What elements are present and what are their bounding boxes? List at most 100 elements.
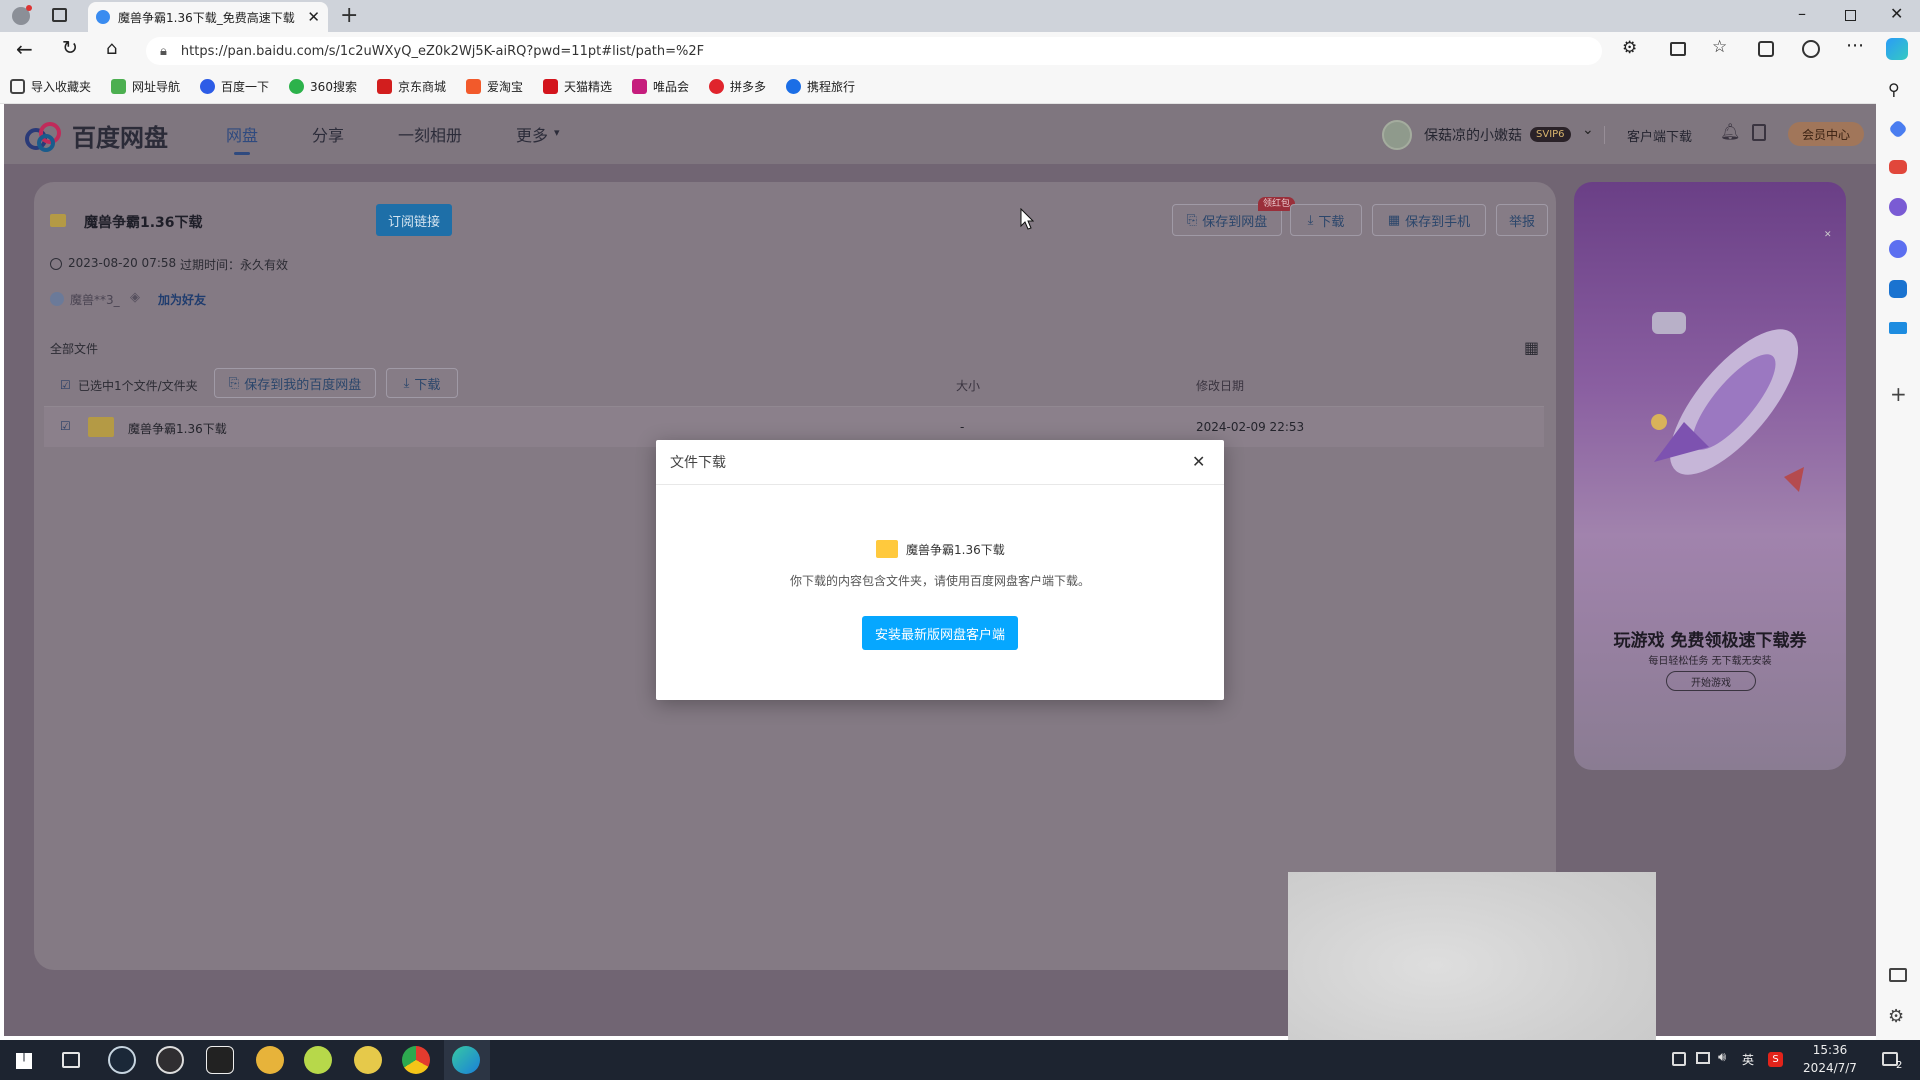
edge-icon[interactable] bbox=[452, 1046, 480, 1074]
sidebar-search-icon[interactable]: ⚲ bbox=[1888, 80, 1900, 99]
kk-icon[interactable] bbox=[206, 1046, 234, 1074]
more-menu-icon[interactable]: ⋯ bbox=[1846, 35, 1864, 56]
grid-view-icon[interactable]: ▦ bbox=[1524, 338, 1539, 357]
sidebar-tag-icon[interactable] bbox=[1888, 119, 1908, 139]
select-all-checkbox[interactable]: ☑ bbox=[60, 378, 71, 392]
ime-indicator[interactable]: 英 bbox=[1742, 1051, 1754, 1068]
restore-icon[interactable] bbox=[1845, 10, 1856, 21]
copilot-icon[interactable] bbox=[1886, 38, 1908, 60]
save-icon: ⎘ bbox=[228, 375, 240, 391]
download-button[interactable]: ⤓ 下载 bbox=[1290, 204, 1362, 236]
nav-more[interactable]: 更多 ▾ bbox=[516, 122, 560, 146]
new-tab-icon[interactable]: + bbox=[340, 3, 358, 28]
chrome-icon[interactable] bbox=[402, 1046, 430, 1074]
install-client-button[interactable]: 安装最新版网盘客户端 bbox=[862, 616, 1018, 650]
sidebar-outlook-icon[interactable] bbox=[1889, 280, 1907, 298]
task-view-icon[interactable] bbox=[62, 1052, 80, 1068]
column-date[interactable]: 修改日期 bbox=[1196, 377, 1244, 394]
clock-time[interactable]: 15:36 bbox=[1800, 1043, 1860, 1057]
obs-icon[interactable] bbox=[156, 1046, 184, 1074]
clock-icon bbox=[50, 258, 62, 270]
share-folder-icon bbox=[50, 214, 66, 227]
save-to-my-pan-button[interactable]: ⎘ 保存到我的百度网盘 bbox=[214, 368, 376, 398]
ad-start-game-button[interactable]: 开始游戏 bbox=[1666, 671, 1756, 691]
steam-icon[interactable] bbox=[108, 1046, 136, 1074]
back-icon[interactable]: ← bbox=[16, 37, 33, 61]
bookmark-360[interactable]: 360搜索 bbox=[289, 78, 357, 95]
nav-pan[interactable]: 网盘 bbox=[226, 122, 258, 146]
minimize-icon[interactable]: – bbox=[1798, 4, 1806, 23]
game-app-icon[interactable] bbox=[256, 1046, 284, 1074]
add-friend-link[interactable]: 加为好友 bbox=[158, 291, 206, 308]
vip-center-button[interactable]: 会员中心 bbox=[1788, 122, 1864, 146]
close-tab-icon[interactable]: ✕ bbox=[307, 8, 320, 26]
user-avatar[interactable] bbox=[1382, 120, 1412, 150]
sidebar-send-icon[interactable] bbox=[1889, 322, 1907, 334]
address-bar[interactable]: 🔒︎ https://pan.baidu.com/s/1c2uWXyQ_eZ0k… bbox=[146, 37, 1602, 65]
bookmark-pinduoduo[interactable]: 拼多多 bbox=[709, 78, 766, 95]
tab-actions-icon[interactable] bbox=[52, 8, 67, 22]
bookmark-jd[interactable]: 京东商城 bbox=[376, 78, 446, 95]
yellow-app-icon[interactable] bbox=[304, 1046, 332, 1074]
sidebar-office-icon[interactable] bbox=[1889, 240, 1907, 258]
nav-share[interactable]: 分享 bbox=[312, 122, 344, 146]
diamond-icon: ◈ bbox=[130, 290, 140, 305]
browser-essentials-icon[interactable] bbox=[1802, 40, 1820, 58]
clock-date[interactable]: 2024/7/7 bbox=[1800, 1061, 1860, 1075]
sogou-ime-icon[interactable]: S bbox=[1768, 1052, 1783, 1067]
site-info-icon[interactable]: 🔒︎ bbox=[160, 44, 167, 59]
dialog-close-icon[interactable]: ✕ bbox=[1192, 452, 1205, 471]
favorites-icon[interactable]: ☆ bbox=[1712, 37, 1727, 57]
game-ad-banner[interactable]: ✕ 玩游戏 免费领极速下载券 每日轻松任务 无下载无安装 开始游戏 bbox=[1574, 182, 1846, 770]
column-size[interactable]: 大小 bbox=[956, 377, 980, 394]
url-text[interactable]: https://pan.baidu.com/s/1c2uWXyQ_eZ0k2Wj… bbox=[181, 44, 704, 59]
ad-headline: 玩游戏 免费领极速下载券 bbox=[1613, 631, 1807, 651]
ad-close-icon[interactable]: ✕ bbox=[1824, 230, 1832, 240]
refresh-icon[interactable]: ↻ bbox=[62, 37, 78, 59]
windows-start-icon[interactable] bbox=[16, 1053, 32, 1069]
notification-bell-icon[interactable]: 🔔︎ bbox=[1720, 122, 1740, 141]
bookmark-aitaobao[interactable]: 爱淘宝 bbox=[465, 78, 523, 95]
dialog-header: 文件下载 bbox=[656, 440, 1224, 485]
dialog-title: 文件下载 bbox=[670, 455, 726, 471]
row-name[interactable]: 魔兽争霸1.36下载 bbox=[128, 420, 227, 437]
close-window-icon[interactable]: ✕ bbox=[1890, 4, 1903, 23]
bookmark-ctrip[interactable]: 携程旅行 bbox=[786, 78, 855, 95]
sidebar-add-icon[interactable]: + bbox=[1890, 382, 1907, 406]
sidebar-settings-icon[interactable]: ⚙ bbox=[1888, 1006, 1904, 1027]
collections-icon[interactable] bbox=[1758, 41, 1774, 57]
nav-album[interactable]: 一刻相册 bbox=[398, 122, 462, 146]
bookmark-vip[interactable]: 唯品会 bbox=[632, 78, 689, 95]
row-checkbox[interactable]: ☑ bbox=[60, 419, 71, 433]
tray-display-icon[interactable] bbox=[1696, 1052, 1710, 1064]
download-selected-button[interactable]: ⤓ 下载 bbox=[386, 368, 458, 398]
sidebar-screenshot-icon[interactable] bbox=[1889, 968, 1907, 982]
sidebar-games-icon[interactable] bbox=[1889, 198, 1907, 216]
owl-app-icon[interactable] bbox=[354, 1046, 382, 1074]
clipboard-icon[interactable] bbox=[1752, 124, 1766, 141]
site-logo[interactable]: 百度网盘 bbox=[24, 118, 168, 153]
user-name[interactable]: 保菇凉的小嫩菇 bbox=[1424, 125, 1522, 145]
breadcrumb-all-files[interactable]: 全部文件 bbox=[50, 340, 98, 357]
dialog-folder-icon bbox=[876, 540, 898, 558]
sidebar-tools-icon[interactable] bbox=[1889, 160, 1907, 174]
report-button[interactable]: 举报 bbox=[1496, 204, 1548, 236]
user-menu-chevron-icon[interactable]: ⌄ bbox=[1582, 122, 1594, 138]
tray-network-icon[interactable] bbox=[1672, 1052, 1686, 1066]
bookmark-import[interactable]: 导入收藏夹 bbox=[10, 78, 91, 95]
save-to-phone-button[interactable]: ▦ 保存到手机 bbox=[1372, 204, 1486, 236]
bookmark-tmall[interactable]: 天猫精选 bbox=[542, 78, 612, 95]
download-icon: ⤓ bbox=[403, 375, 410, 391]
share-title: 魔兽争霸1.36下载 bbox=[84, 215, 203, 231]
tray-volume-icon[interactable]: 🔊︎ bbox=[1718, 1050, 1726, 1065]
subscribe-link-button[interactable]: 订阅链接 bbox=[376, 204, 452, 236]
bookmark-baidu[interactable]: 百度一下 bbox=[200, 78, 269, 95]
client-download-link[interactable]: 客户端下载 bbox=[1627, 126, 1692, 145]
bookmark-hao123[interactable]: 网址导航 bbox=[111, 78, 180, 95]
home-icon[interactable]: ⌂ bbox=[106, 38, 117, 59]
browser-titlebar: 魔兽争霸1.36下载_免费高速下载 ✕ + – ✕ bbox=[0, 0, 1920, 32]
browser-tab[interactable]: 魔兽争霸1.36下载_免费高速下载 ✕ bbox=[88, 2, 328, 32]
extensions-icon[interactable]: ⚙ bbox=[1622, 38, 1637, 58]
share-date: 2023-08-20 07:58 bbox=[68, 256, 177, 270]
split-screen-icon[interactable] bbox=[1670, 42, 1686, 56]
